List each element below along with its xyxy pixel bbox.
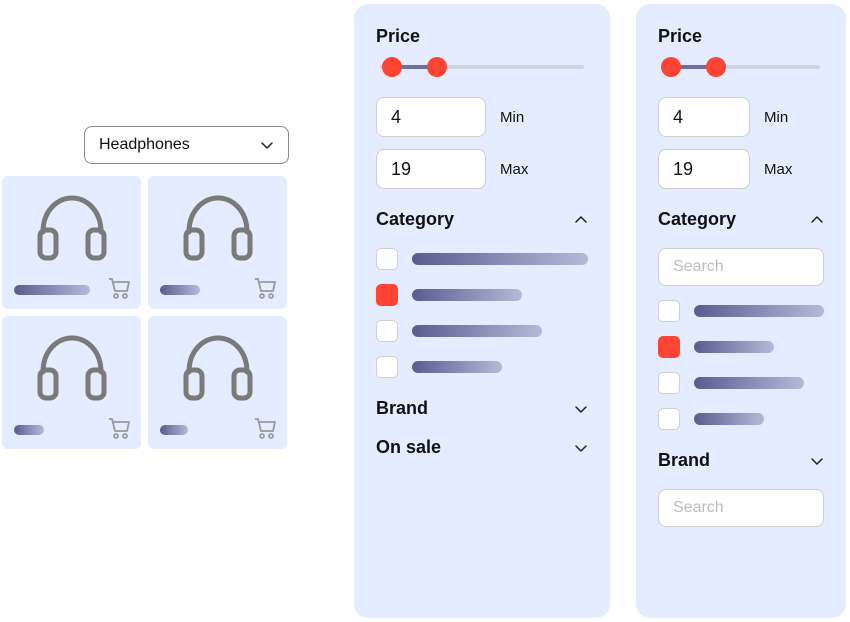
cart-icon[interactable] <box>107 417 131 439</box>
min-label: Min <box>764 109 788 126</box>
max-label: Max <box>500 161 528 178</box>
brand-section-header[interactable]: Brand <box>658 450 824 471</box>
category-label-placeholder <box>694 413 764 425</box>
product-title-placeholder <box>14 425 44 435</box>
price-section-label: Price <box>658 26 824 47</box>
category-label-placeholder <box>694 341 774 353</box>
category-item[interactable] <box>376 356 588 378</box>
category-label-placeholder <box>412 325 542 337</box>
checkbox[interactable] <box>376 320 398 342</box>
chevron-down-icon <box>260 138 274 152</box>
dropdown-selected-text: Headphones <box>99 136 190 154</box>
category-section-header[interactable]: Category <box>658 209 824 230</box>
category-item[interactable] <box>376 284 588 306</box>
cart-icon[interactable] <box>253 417 277 439</box>
product-card[interactable] <box>148 176 287 309</box>
category-item[interactable] <box>658 336 824 358</box>
category-item[interactable] <box>658 372 824 394</box>
checkbox[interactable] <box>658 372 680 394</box>
checkbox[interactable] <box>376 248 398 270</box>
brand-search-input[interactable]: Search <box>658 489 824 527</box>
chevron-down-icon <box>574 402 588 416</box>
filter-panel: Price 4 Min 19 Max Category Brand <box>354 4 610 618</box>
max-price-row: 19 Max <box>658 149 824 189</box>
checkbox[interactable] <box>658 408 680 430</box>
brand-section-header[interactable]: Brand <box>376 398 588 419</box>
product-title-placeholder <box>160 425 188 435</box>
checkbox[interactable] <box>376 356 398 378</box>
max-price-row: 19 Max <box>376 149 588 189</box>
min-price-input[interactable]: 4 <box>376 97 486 137</box>
checkbox[interactable] <box>376 284 398 306</box>
min-price-row: 4 Min <box>658 97 824 137</box>
max-label: Max <box>764 161 792 178</box>
category-label-placeholder <box>412 361 502 373</box>
category-item[interactable] <box>658 408 824 430</box>
chevron-up-icon <box>810 213 824 227</box>
slider-handle-max[interactable] <box>427 57 447 77</box>
product-card[interactable] <box>2 176 141 309</box>
category-label-placeholder <box>412 289 522 301</box>
cart-icon[interactable] <box>253 277 277 299</box>
chevron-down-icon <box>810 454 824 468</box>
category-label-placeholder <box>694 377 804 389</box>
slider-handle-max[interactable] <box>706 57 726 77</box>
category-section-header[interactable]: Category <box>376 209 588 230</box>
price-range-slider[interactable] <box>380 59 584 75</box>
product-card[interactable] <box>2 316 141 449</box>
chevron-up-icon <box>574 213 588 227</box>
product-title-placeholder <box>160 285 200 295</box>
brand-section-label: Brand <box>658 450 710 471</box>
category-search-input[interactable]: Search <box>658 248 824 286</box>
category-section-label: Category <box>658 209 736 230</box>
onsale-section-header[interactable]: On sale <box>376 437 588 458</box>
category-item[interactable] <box>376 320 588 342</box>
min-label: Min <box>500 109 524 126</box>
checkbox[interactable] <box>658 336 680 358</box>
slider-handle-min[interactable] <box>382 57 402 77</box>
price-section-label: Price <box>376 26 588 47</box>
product-card[interactable] <box>148 316 287 449</box>
category-section-label: Category <box>376 209 454 230</box>
min-price-row: 4 Min <box>376 97 588 137</box>
min-price-input[interactable]: 4 <box>658 97 750 137</box>
product-grid <box>2 176 287 449</box>
brand-section-label: Brand <box>376 398 428 419</box>
headphones-icon <box>179 192 257 262</box>
price-range-slider[interactable] <box>662 59 820 75</box>
onsale-section-label: On sale <box>376 437 441 458</box>
max-price-input[interactable]: 19 <box>658 149 750 189</box>
category-item[interactable] <box>376 248 588 270</box>
cart-icon[interactable] <box>107 277 131 299</box>
checkbox[interactable] <box>658 300 680 322</box>
category-dropdown[interactable]: Headphones <box>84 126 289 164</box>
product-title-placeholder <box>14 285 90 295</box>
category-label-placeholder <box>412 253 588 265</box>
max-price-input[interactable]: 19 <box>376 149 486 189</box>
headphones-icon <box>33 332 111 402</box>
category-label-placeholder <box>694 305 824 317</box>
chevron-down-icon <box>574 441 588 455</box>
category-item[interactable] <box>658 300 824 322</box>
slider-handle-min[interactable] <box>661 57 681 77</box>
filter-panel: Price 4 Min 19 Max Category Search Brand <box>636 4 846 618</box>
headphones-icon <box>179 332 257 402</box>
headphones-icon <box>33 192 111 262</box>
